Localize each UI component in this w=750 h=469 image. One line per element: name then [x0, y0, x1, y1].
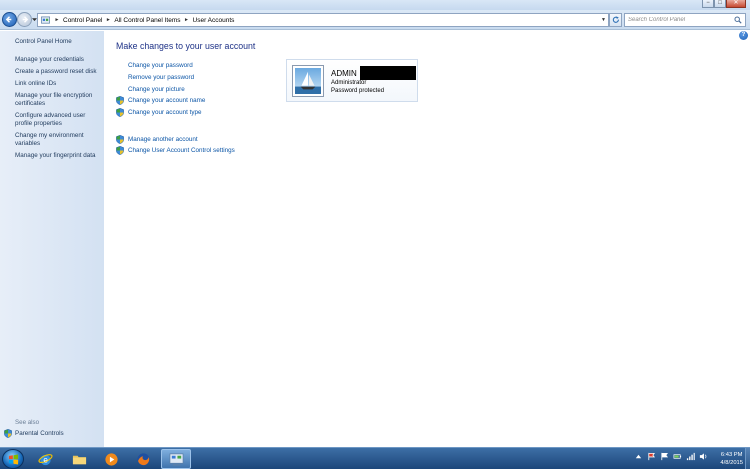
- volume-icon[interactable]: [699, 452, 708, 461]
- window-controls: − □ ✕: [702, 0, 746, 8]
- refresh-button[interactable]: [609, 13, 622, 27]
- forward-button[interactable]: [17, 12, 32, 27]
- firefox-icon: [136, 452, 150, 466]
- control-panel-icon: [169, 453, 183, 466]
- taskbar-control-panel[interactable]: [161, 449, 191, 469]
- uac-shield-icon: [116, 108, 124, 117]
- battery-icon[interactable]: [673, 452, 682, 461]
- breadcrumb-user-accounts[interactable]: User Accounts: [191, 17, 237, 24]
- flag-icon[interactable]: [660, 452, 669, 461]
- action-center-flag-icon[interactable]: [647, 452, 656, 461]
- remove-password-link[interactable]: Remove your password: [128, 74, 194, 81]
- maximize-button[interactable]: □: [714, 0, 726, 8]
- address-dropdown-icon[interactable]: ▼: [601, 17, 606, 23]
- network-icon[interactable]: [686, 452, 695, 461]
- account-type: Administrator: [331, 80, 367, 86]
- control-panel-icon: [41, 16, 50, 24]
- system-clock[interactable]: 6:43 PM 4/8/2015: [720, 451, 743, 467]
- change-picture-link[interactable]: Change your picture: [128, 86, 185, 93]
- search-input[interactable]: [628, 17, 732, 23]
- taskbar-media-player[interactable]: [96, 449, 126, 469]
- sidebar-item-link-online-ids[interactable]: Link online IDs: [15, 80, 101, 88]
- forward-arrow-icon: [22, 16, 29, 23]
- uac-shield-icon: [4, 429, 12, 438]
- sidebar-item-manage-credentials[interactable]: Manage your credentials: [15, 56, 101, 64]
- change-account-name-link[interactable]: Change your account name: [128, 97, 205, 104]
- sidebar-item-file-encryption[interactable]: Manage your file encryption certificates: [15, 92, 99, 107]
- refresh-icon: [612, 16, 619, 23]
- redaction-bar: [360, 66, 416, 80]
- taskbar: e 6:43 PM 4/8/2015: [0, 447, 750, 469]
- start-button[interactable]: [2, 449, 24, 469]
- address-bar[interactable]: ► Control Panel ► All Control Panel Item…: [37, 13, 609, 27]
- show-desktop-button[interactable]: [745, 448, 750, 469]
- breadcrumb-separator-icon[interactable]: ►: [104, 17, 112, 23]
- back-button[interactable]: [2, 12, 17, 27]
- search-box[interactable]: [624, 13, 746, 27]
- navigation-bar: ► Control Panel ► All Control Panel Item…: [0, 10, 750, 30]
- page-title: Make changes to your user account: [116, 41, 256, 51]
- search-icon[interactable]: [734, 16, 742, 24]
- system-tray: [634, 452, 708, 461]
- breadcrumb-separator-icon[interactable]: ►: [183, 17, 191, 23]
- uac-shield-icon: [116, 135, 124, 144]
- file-explorer-icon: [72, 455, 86, 464]
- windows-logo-icon: [8, 454, 18, 464]
- internet-explorer-icon: e: [37, 453, 53, 465]
- show-hidden-icons-icon[interactable]: [634, 452, 643, 461]
- help-icon[interactable]: ?: [739, 31, 748, 40]
- clock-time: 6:43 PM: [720, 452, 743, 458]
- minimize-button[interactable]: −: [702, 0, 714, 8]
- account-card: ADMIN Administrator Password protected: [286, 59, 418, 102]
- breadcrumb-separator-icon[interactable]: ►: [53, 17, 61, 23]
- parental-controls-label: Parental Controls: [15, 430, 64, 437]
- title-bar: − □ ✕: [0, 0, 750, 10]
- sidebar-item-password-reset-disk[interactable]: Create a password reset disk: [15, 68, 101, 76]
- uac-shield-icon: [116, 146, 124, 155]
- account-password-status: Password protected: [331, 88, 385, 94]
- change-password-link[interactable]: Change your password: [128, 62, 193, 69]
- breadcrumb-control-panel[interactable]: Control Panel: [61, 17, 104, 24]
- svg-text:e: e: [43, 455, 48, 464]
- left-navigation-pane: Control Panel Home Manage your credentia…: [0, 31, 104, 447]
- sidebar-item-environment-variables[interactable]: Change my environment variables: [15, 132, 91, 147]
- taskbar-firefox[interactable]: [128, 449, 158, 469]
- manage-another-account-link[interactable]: Manage another account: [128, 136, 198, 143]
- taskbar-file-explorer[interactable]: [64, 449, 94, 469]
- sidebar-item-fingerprint-data[interactable]: Manage your fingerprint data: [15, 152, 101, 160]
- change-uac-settings-link[interactable]: Change User Account Control settings: [128, 147, 235, 154]
- media-player-icon: [104, 452, 118, 466]
- see-also-heading: See also: [15, 419, 40, 426]
- account-picture[interactable]: [292, 65, 324, 97]
- account-name: ADMIN: [331, 69, 357, 78]
- close-button[interactable]: ✕: [726, 0, 746, 8]
- parental-controls-link[interactable]: Parental Controls: [4, 429, 64, 438]
- change-account-type-link[interactable]: Change your account type: [128, 109, 202, 116]
- taskbar-internet-explorer[interactable]: e: [30, 449, 60, 469]
- uac-shield-icon: [116, 96, 124, 105]
- sidebar-item-advanced-profile[interactable]: Configure advanced user profile properti…: [15, 112, 91, 127]
- clock-date: 4/8/2015: [720, 460, 743, 466]
- sailboat-picture-icon: [295, 68, 321, 94]
- back-arrow-icon: [5, 16, 12, 23]
- breadcrumb-all-items[interactable]: All Control Panel Items: [112, 17, 182, 24]
- sidebar-item-control-panel-home[interactable]: Control Panel Home: [15, 38, 101, 46]
